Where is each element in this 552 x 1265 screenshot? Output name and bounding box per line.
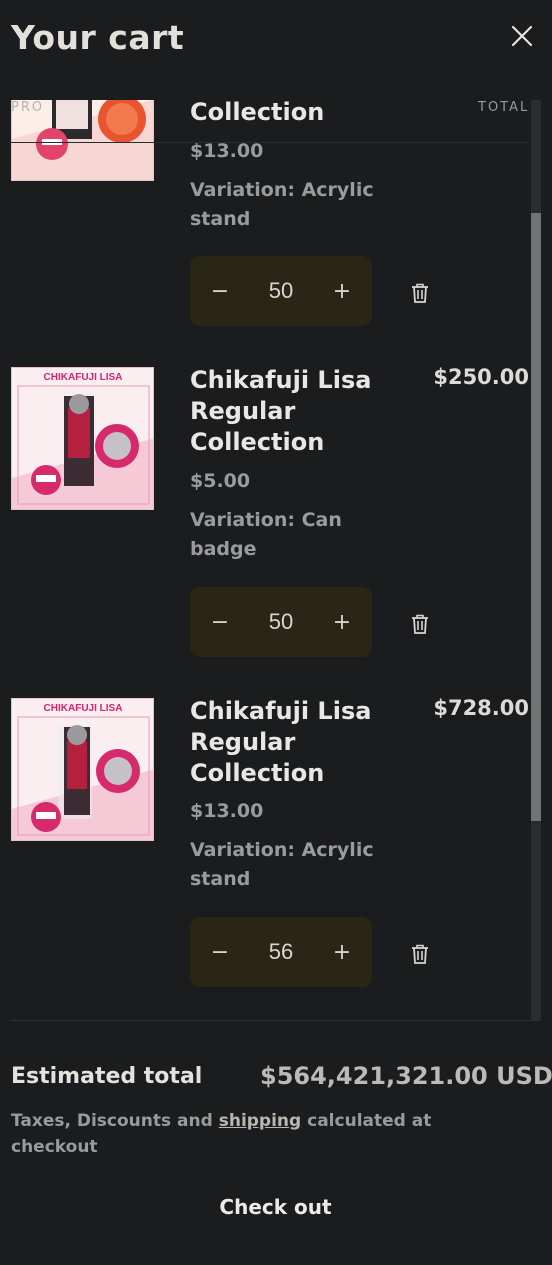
quantity-value[interactable]: 50 bbox=[250, 256, 312, 326]
increase-quantity-button[interactable]: + bbox=[312, 917, 372, 987]
checkout-button[interactable]: Check out bbox=[11, 1180, 540, 1234]
decrease-quantity-button[interactable]: − bbox=[190, 917, 250, 987]
line-total: $728.00 bbox=[433, 696, 529, 720]
decrease-quantity-button[interactable]: − bbox=[190, 256, 250, 326]
image-banner-text: CHIKAFUJI LISA bbox=[44, 703, 123, 714]
cart-item: Collection $13.00 Variation: Acrylic sta… bbox=[0, 100, 530, 340]
increase-quantity-button[interactable]: + bbox=[312, 587, 372, 657]
product-name[interactable]: Collection bbox=[190, 100, 415, 128]
product-image[interactable]: CHIKAFUJI LISA bbox=[11, 698, 154, 841]
scrollbar-track[interactable] bbox=[531, 100, 541, 1020]
total-column-header: TOTAL bbox=[478, 100, 530, 115]
table-header-divider bbox=[11, 142, 529, 143]
quantity-stepper: − 50 + bbox=[190, 587, 372, 657]
close-icon bbox=[511, 25, 533, 47]
tax-note: Taxes, Discounts and shipping calculated… bbox=[11, 1108, 491, 1160]
product-artwork: CHIKAFUJI LISA bbox=[12, 368, 153, 509]
increase-quantity-button[interactable]: + bbox=[312, 256, 372, 326]
cart-items-list[interactable]: Collection $13.00 Variation: Acrylic sta… bbox=[0, 100, 552, 1020]
cart-item: CHIKAFUJI LISA Chikafuji Lisa Regular Co… bbox=[0, 696, 530, 998]
variation-text: Variation: Acrylic stand bbox=[190, 839, 374, 890]
tax-note-prefix: Taxes, Discounts and bbox=[11, 1111, 219, 1131]
trash-icon bbox=[412, 614, 428, 634]
product-artwork: CHIKAFUJI LISA bbox=[12, 699, 153, 840]
estimated-total-label: Estimated total bbox=[11, 1064, 203, 1089]
unit-price: $13.00 bbox=[190, 140, 264, 162]
product-name[interactable]: Chikafuji Lisa Regular Collection bbox=[190, 696, 415, 789]
scrollbar-thumb[interactable] bbox=[531, 213, 541, 821]
quantity-value[interactable]: 56 bbox=[250, 917, 312, 987]
estimated-total-value: $564,421,321.00 USD bbox=[260, 1062, 552, 1090]
variation-text: Variation: Acrylic stand bbox=[190, 179, 374, 230]
watermark-text: PRO bbox=[11, 100, 45, 115]
shipping-link[interactable]: shipping bbox=[219, 1111, 302, 1131]
remove-item-button[interactable] bbox=[408, 281, 432, 305]
footer-divider bbox=[11, 1020, 540, 1021]
quantity-stepper: − 56 + bbox=[190, 917, 372, 987]
remove-item-button[interactable] bbox=[408, 612, 432, 636]
unit-price: $13.00 bbox=[190, 800, 264, 822]
page-title: Your cart bbox=[11, 18, 185, 57]
quantity-stepper: − 50 + bbox=[190, 256, 372, 326]
image-banner-text: CHIKAFUJI LISA bbox=[44, 372, 123, 383]
trash-icon bbox=[412, 283, 428, 303]
decrease-quantity-button[interactable]: − bbox=[190, 587, 250, 657]
product-image[interactable]: CHIKAFUJI LISA bbox=[11, 367, 154, 510]
remove-item-button[interactable] bbox=[408, 942, 432, 966]
quantity-value[interactable]: 50 bbox=[250, 587, 312, 657]
trash-icon bbox=[412, 944, 428, 964]
product-name[interactable]: Chikafuji Lisa Regular Collection bbox=[190, 365, 415, 458]
close-button[interactable] bbox=[508, 22, 536, 50]
cart-item: CHIKAFUJI LISA Chikafuji Lisa Regular Co… bbox=[0, 365, 530, 667]
unit-price: $5.00 bbox=[190, 470, 251, 492]
variation-text: Variation: Can badge bbox=[190, 509, 342, 560]
line-total: $250.00 bbox=[433, 365, 529, 389]
cart-header: Your cart bbox=[0, 0, 552, 80]
